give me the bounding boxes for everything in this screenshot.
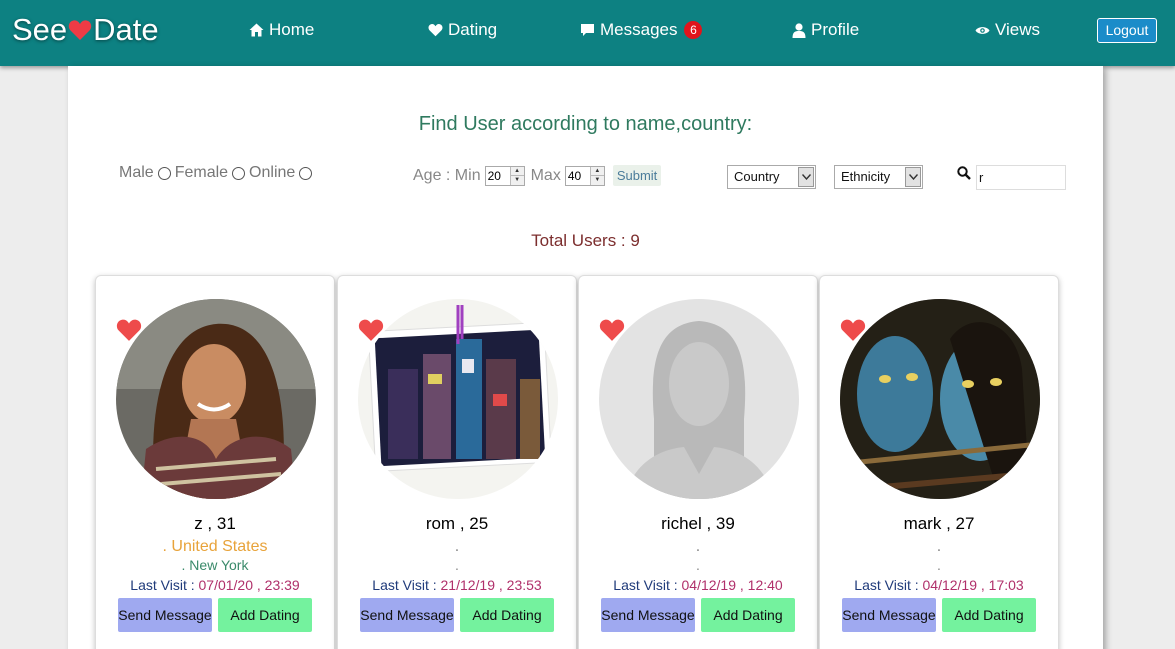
user-city: . New York [181,557,249,573]
add-dating-button[interactable]: Add Dating [942,598,1036,632]
nav-dating-label: Dating [448,20,498,39]
user-name: rom , 25 [425,514,489,533]
comment-icon [581,24,594,36]
last-visit-label: Last Visit : [130,577,199,593]
last-visit: Last Visit : 07/01/20 , 23:39 [96,577,334,593]
add-dating-button[interactable]: Add Dating [218,598,312,632]
nav-home-label: Home [269,20,315,39]
user-country: . United States [162,538,268,555]
female-radio[interactable] [232,166,246,180]
last-visit-time: 21/12/19 , 23:53 [440,577,542,593]
last-visit-label: Last Visit : [854,577,923,593]
user-name: mark , 27 [903,514,975,533]
nav-profile[interactable]: Profile [792,20,859,40]
age-min-value: 20 [487,168,501,183]
eye-icon [975,26,990,34]
female-label: Female [174,164,229,181]
country-select[interactable]: Country [727,165,816,189]
user-name: z , 31 [194,514,236,533]
nav-messages-label: Messages [600,20,678,39]
favorite-heart-icon[interactable] [840,318,866,347]
user-photo[interactable] [840,299,1040,499]
last-visit-time: 04/12/19 , 17:03 [922,577,1024,593]
age-submit-button[interactable]: Submit [612,165,662,186]
male-radio[interactable] [157,166,171,180]
country-select-value: Country [734,169,780,184]
age-min-label: Age : Min [413,166,481,184]
navbar: See Date Home Dating Messages 6 Profile … [0,0,1175,66]
last-visit: Last Visit : 04/12/19 , 17:03 [820,577,1058,593]
last-visit-label: Last Visit : [613,577,682,593]
nav-views[interactable]: Views [975,20,1040,40]
online-radio[interactable] [299,166,313,180]
send-message-button[interactable]: Send Message [842,598,936,632]
search-input[interactable]: r [976,165,1066,190]
user-photo[interactable] [599,299,799,499]
ethnicity-select-value: Ethnicity [841,169,891,184]
user-city: . [937,557,941,573]
search-title: Find User according to name,country: [418,113,753,135]
user-card: mark , 27 . . Last Visit : 04/12/19 , 17… [819,275,1059,649]
brand-logo[interactable]: See Date [12,12,159,48]
user-country: . [695,538,701,555]
user-country: . [936,538,942,555]
user-city: . [696,557,700,573]
favorite-heart-icon[interactable] [599,318,625,347]
heart-icon [68,19,92,41]
user-name: richel , 39 [661,514,735,533]
nav-home[interactable]: Home [249,20,314,40]
last-visit: Last Visit : 21/12/19 , 23:53 [338,577,576,593]
brand-text-right: Date [93,12,159,47]
spin-down-icon[interactable]: ▼ [510,175,524,185]
spin-up-icon[interactable]: ▲ [591,167,604,176]
add-dating-button[interactable]: Add Dating [460,598,554,632]
user-card: z , 31 . United States . New York Last V… [95,275,335,649]
spin-down-icon[interactable]: ▼ [590,175,604,185]
last-visit: Last Visit : 04/12/19 , 12:40 [579,577,817,593]
last-visit-label: Last Visit : [372,577,441,593]
user-card: richel , 39 . . Last Visit : 04/12/19 , … [578,275,818,649]
nav-messages[interactable]: Messages 6 [580,20,703,40]
add-dating-button[interactable]: Add Dating [701,598,795,632]
chevron-down-icon [905,167,921,187]
user-city: . [455,557,459,573]
age-max-label: Max [530,166,561,184]
age-max-stepper[interactable]: 40 ▲ ▼ [564,165,605,186]
chevron-down-icon [798,167,814,187]
nav-dating[interactable]: Dating [428,20,497,40]
online-label: Online [249,164,296,181]
male-label: Male [119,164,154,181]
nav-views-label: Views [995,20,1041,39]
gender-filter: Male Female Online [119,164,316,182]
spin-up-icon[interactable]: ▲ [511,167,524,176]
ethnicity-select[interactable]: Ethnicity [834,165,923,189]
user-card: rom , 25 . . Last Visit : 21/12/19 , 23:… [337,275,577,649]
user-country: . [454,538,460,555]
user-photo[interactable] [358,299,558,499]
total-users: Total Users : 9 [531,231,640,250]
user-icon [792,22,806,38]
send-message-button[interactable]: Send Message [118,598,212,632]
messages-count-badge: 6 [684,21,703,39]
favorite-heart-icon[interactable] [358,318,384,347]
age-min-stepper[interactable]: 20 ▲ ▼ [484,165,525,186]
search-icon[interactable] [957,166,971,185]
user-photo[interactable] [116,299,316,499]
send-message-button[interactable]: Send Message [360,598,454,632]
heart-icon [428,24,443,37]
last-visit-time: 04/12/19 , 12:40 [681,577,783,593]
nav-profile-label: Profile [811,20,860,39]
favorite-heart-icon[interactable] [116,318,142,347]
brand-text-left: See [12,12,68,47]
age-filter: Age : Min 20 ▲ ▼ Max 40 ▲ ▼ Submit [413,165,662,186]
send-message-button[interactable]: Send Message [601,598,695,632]
home-icon [249,23,264,37]
last-visit-time: 07/01/20 , 23:39 [198,577,300,593]
logout-button[interactable]: Logout [1097,18,1157,43]
age-max-value: 40 [567,168,582,183]
